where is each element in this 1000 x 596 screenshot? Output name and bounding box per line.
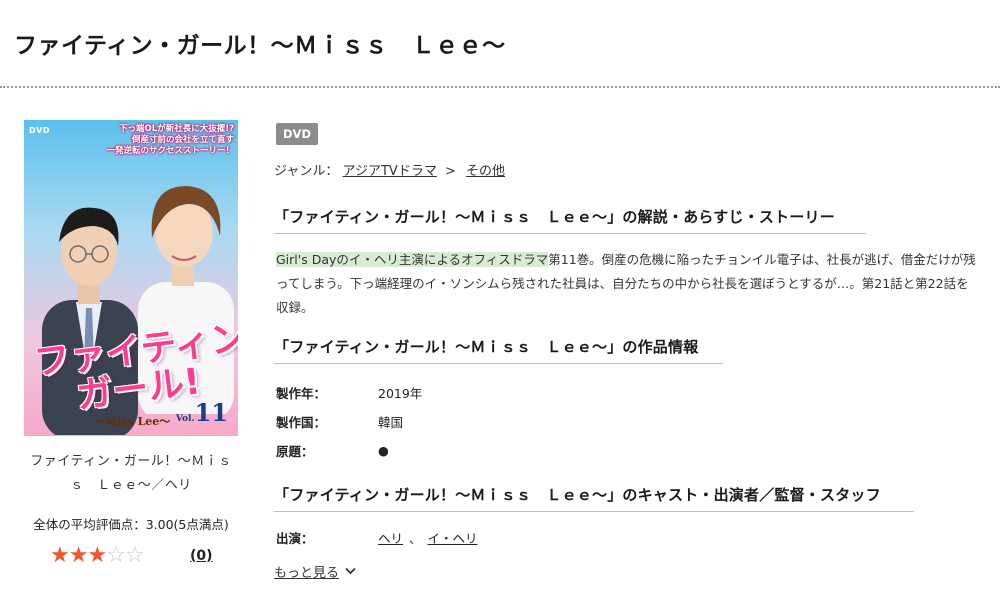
info-row-country: 製作国： 韓国 [276,407,422,436]
cast-label: 出演： [276,531,314,546]
synopsis-heading: 「ファイティン・ガール！〜Ｍｉｓｓ Ｌｅｅ〜」の解説・あらすじ・ストーリー [274,206,866,234]
info-label: 製作国： [276,415,327,430]
genre-breadcrumb: ジャンル： アジアTVドラマ > その他 [274,160,505,179]
average-rating-text: 全体の平均評価点：3.00(5点満点) [33,517,229,532]
info-row-original-title: 原題： ● [276,436,422,465]
rating-stars: ★★★☆☆ [50,542,145,570]
cast-link-lee-heri[interactable]: イ・ヘリ [428,528,478,547]
title-divider [0,86,1000,88]
show-more-link[interactable]: もっと見る [274,562,356,581]
star-filled-icon: ★ [68,543,89,568]
review-count-link[interactable]: (0) [190,548,213,564]
info-label: 原題： [276,444,314,459]
dvd-cover-image[interactable]: DVD 下っ端OLが新社長に大抜擢!? 倒産寸前の会社を立て直す 一発逆転のサク… [24,120,238,436]
product-name-line: ｓ Ｌｅｅ〜／ヘリ [70,478,192,493]
info-value: ● [378,443,389,458]
page-title: ファイティン・ガール！〜Ｍｉｓｓ Ｌｅｅ〜 [14,33,506,59]
work-info-heading: 「ファイティン・ガール！〜Ｍｉｓｓ Ｌｅｅ〜」の作品情報 [274,336,723,364]
cover-dvd-tag: DVD [29,126,50,135]
cover-tagline-line: 一発逆転のサクセスストーリー！ [106,146,234,156]
dvd-badge: DVD [276,123,318,145]
star-filled-icon: ★ [87,543,107,568]
cover-tagline: 下っ端OLが新社長に大抜擢!? 倒産寸前の会社を立て直す 一発逆転のサクセススト… [84,124,234,157]
cover-volume: Vol.11 [176,398,228,427]
genre-link-other[interactable]: その他 [466,164,505,179]
cast-link-heri[interactable]: ヘリ [378,528,403,547]
cast-heading: 「ファイティン・ガール！〜Ｍｉｓｓ Ｌｅｅ〜」のキャスト・出演者／監督・スタッフ [274,484,914,512]
product-name-line: ファイティン・ガール！〜Ｍｉｓ [30,454,232,469]
genre-label: ジャンル： [274,164,339,179]
cover-volume-label: Vol. [175,414,195,424]
cover-volume-number: 11 [194,398,228,427]
product-name[interactable]: ファイティン・ガール！〜Ｍｉｓ ｓ Ｌｅｅ〜／ヘリ [16,450,246,498]
synopsis-highlight: Girl's Dayのイ・ヘリ主演によるオフィスドラマ [276,252,549,267]
star-empty-icon: ☆ [124,543,145,568]
info-label: 製作年： [276,386,327,401]
review-count[interactable]: (0) [190,548,213,564]
star-empty-icon: ☆ [106,543,126,568]
show-more-label: もっと見る [274,566,340,581]
chevron-down-icon [345,565,356,578]
breadcrumb-separator: > [444,164,456,179]
info-value: 韓国 [378,415,404,430]
cast-separator: 、 [409,531,422,546]
cover-tagline-line: 下っ端OLが新社長に大抜擢!? [119,124,234,134]
info-row-year: 製作年： 2019年 [276,378,422,407]
info-value: 2019年 [378,386,423,401]
work-info-table: 製作年： 2019年 製作国： 韓国 原題： ● [276,378,422,465]
genre-link-asian-tv-drama[interactable]: アジアTVドラマ [343,164,437,179]
cover-subtitle: 〜Miss Lee〜 [94,415,171,428]
cover-tagline-line: 倒産寸前の会社を立て直す [131,135,234,145]
star-filled-icon: ★ [50,543,70,568]
cast-row: 出演： ヘリ 、 イ・ヘリ [276,528,478,547]
synopsis-text: Girl's Dayのイ・ヘリ主演によるオフィスドラマ第11巻。倒産の危機に陥っ… [276,248,976,320]
